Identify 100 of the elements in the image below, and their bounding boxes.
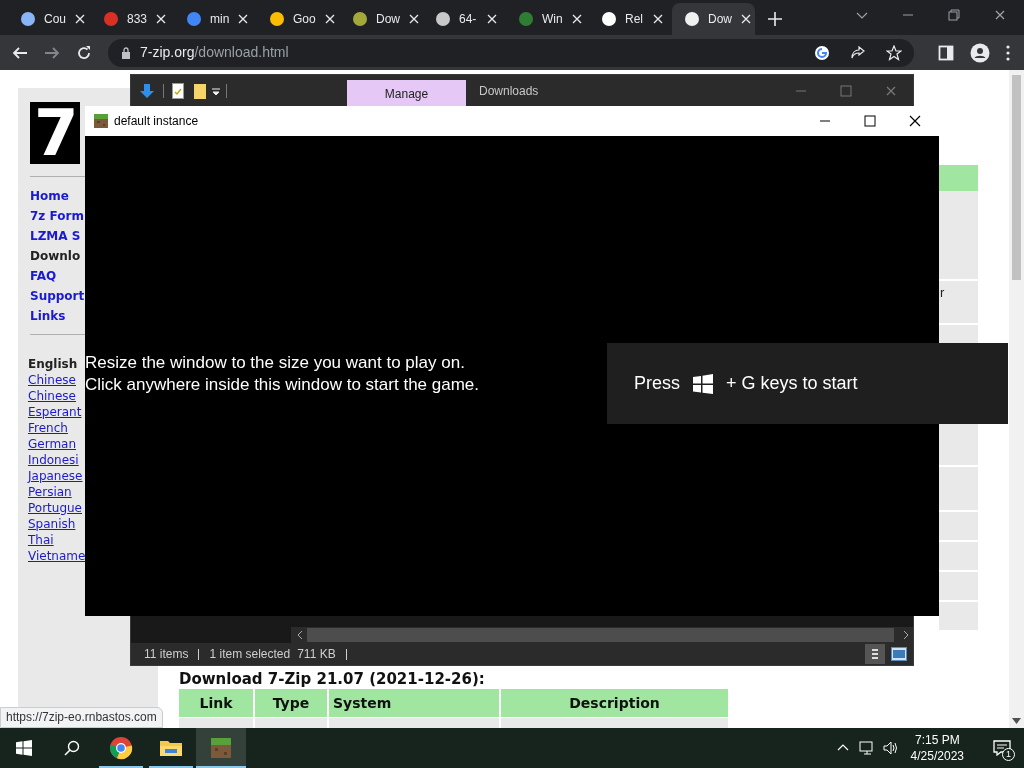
status-text: 1 item selected [209, 646, 291, 663]
windows-start-icon[interactable] [16, 740, 32, 756]
nav-link[interactable]: 7z Form [30, 206, 84, 226]
taskbar-app[interactable] [196, 728, 246, 768]
table-cell [939, 467, 978, 510]
menu-icon[interactable] [1006, 44, 1010, 61]
nav-link[interactable]: Links [30, 306, 66, 326]
address-field[interactable]: 7-zip.org/download.html [108, 38, 914, 67]
dropdown-icon[interactable] [212, 85, 220, 97]
nav-link[interactable]: Downlo [30, 246, 81, 266]
volume-icon[interactable] [882, 740, 899, 756]
language-link[interactable]: Chinese [28, 388, 76, 404]
browser-tab[interactable]: Cou [8, 3, 91, 35]
language-link[interactable]: Thai [28, 532, 54, 548]
profile-icon[interactable] [970, 42, 990, 63]
notification-count: 1 [1002, 748, 1015, 761]
star-icon[interactable] [886, 44, 902, 61]
table-cell [939, 542, 978, 570]
lock-icon [120, 46, 132, 59]
scroll-right-icon[interactable] [903, 631, 909, 639]
network-icon[interactable] [858, 740, 875, 756]
scrollbar-thumb[interactable] [1012, 75, 1021, 280]
google-icon[interactable] [814, 44, 830, 61]
language-link[interactable]: Portugue [28, 500, 82, 516]
language-link[interactable]: Japanese [28, 468, 83, 484]
close-icon[interactable] [909, 115, 921, 127]
scroll-down-icon[interactable] [1012, 718, 1021, 724]
scroll-left-icon[interactable] [297, 631, 303, 639]
horizontal-scrollbar[interactable] [291, 627, 913, 643]
browser-tab[interactable]: Win [506, 3, 589, 35]
table-cell [939, 512, 978, 540]
folder-icon[interactable] [194, 83, 206, 99]
notification-icon [993, 740, 1011, 756]
language-link[interactable]: Chinese [28, 372, 76, 388]
forward-icon[interactable] [44, 44, 60, 61]
side-panel-icon[interactable] [938, 44, 954, 61]
game-message: Click anywhere inside this window to start the game. [85, 374, 479, 396]
clock[interactable]: 7:15 PM 4/25/2023 [902, 732, 972, 764]
scrollbar[interactable] [1009, 70, 1024, 728]
column-header: Description [501, 689, 728, 717]
restore-icon[interactable] [948, 9, 960, 21]
nav-link[interactable]: Support [30, 286, 85, 306]
status-text: 11 items [144, 646, 189, 663]
language-link[interactable]: Vietname [28, 548, 86, 564]
language-link[interactable]: French [28, 420, 68, 436]
logo: 7 [30, 102, 80, 164]
status-text: 711 KB [297, 646, 336, 663]
browser-tab[interactable]: 833 [91, 3, 174, 35]
window-title: default instance [114, 113, 199, 130]
language-label: English [28, 356, 78, 372]
browser-tab[interactable]: Goo [257, 3, 340, 35]
close-icon[interactable] [237, 13, 250, 25]
section-heading: Download 7-Zip 21.07 (2021-12-26): [179, 669, 485, 690]
chrome-icon [109, 736, 133, 760]
close-icon[interactable] [994, 9, 1006, 21]
language-link[interactable]: Persian [28, 484, 72, 500]
scrollbar-thumb[interactable] [307, 628, 894, 642]
grass-block-icon [209, 736, 233, 760]
table-cell [939, 572, 978, 600]
properties-icon[interactable] [172, 83, 184, 99]
close-icon[interactable] [570, 13, 583, 25]
language-link[interactable]: Spanish [28, 516, 76, 532]
column-header: System [329, 689, 499, 717]
window-title: Downloads [479, 83, 539, 100]
browser-tab[interactable]: Dow [340, 3, 423, 35]
language-link[interactable]: Esperant [28, 404, 82, 420]
download-arrow-icon[interactable] [139, 83, 155, 99]
preview-view-icon[interactable] [891, 647, 907, 661]
nav-link[interactable]: LZMA S [30, 226, 81, 246]
language-link[interactable]: German [28, 436, 77, 452]
game-message: Resize the window to the size you want to play on. [85, 352, 465, 374]
ribbon-tab[interactable]: Manage [347, 80, 466, 107]
new-tab-icon[interactable] [767, 11, 783, 27]
windows-logo-icon [693, 373, 713, 394]
close-icon[interactable] [155, 13, 168, 25]
status-bubble: https://7zip-eo.rnbastos.com [0, 707, 163, 728]
nav-link[interactable]: FAQ [30, 266, 57, 286]
toast-text: Press [634, 372, 680, 395]
browser-tab[interactable]: Dow [672, 3, 755, 35]
back-icon[interactable] [12, 44, 28, 61]
column-header: Type [255, 689, 327, 717]
share-icon[interactable] [850, 44, 866, 61]
table-header-cell [939, 165, 978, 191]
language-link[interactable]: Indonesi [28, 452, 79, 468]
table-cell [939, 602, 978, 630]
toast-text: + G keys to start [726, 372, 858, 395]
clock-time: 7:15 PM [914, 732, 960, 748]
browser-tab[interactable]: 64- [423, 3, 506, 35]
url-text: 7-zip.org/download.html [140, 43, 290, 62]
reload-icon[interactable] [76, 44, 92, 61]
close-icon[interactable] [323, 13, 336, 25]
details-view-icon[interactable] [865, 644, 885, 664]
maximize-icon[interactable] [864, 115, 876, 127]
clock-date: 4/25/2023 [910, 748, 964, 764]
column-header: Link [179, 689, 253, 717]
notification-button[interactable]: 1 [980, 728, 1024, 768]
search-icon[interactable] [64, 740, 80, 756]
nav-link[interactable]: Home [30, 186, 69, 206]
browser-tab[interactable]: Rel [589, 3, 672, 35]
browser-tab[interactable]: min [174, 3, 257, 35]
